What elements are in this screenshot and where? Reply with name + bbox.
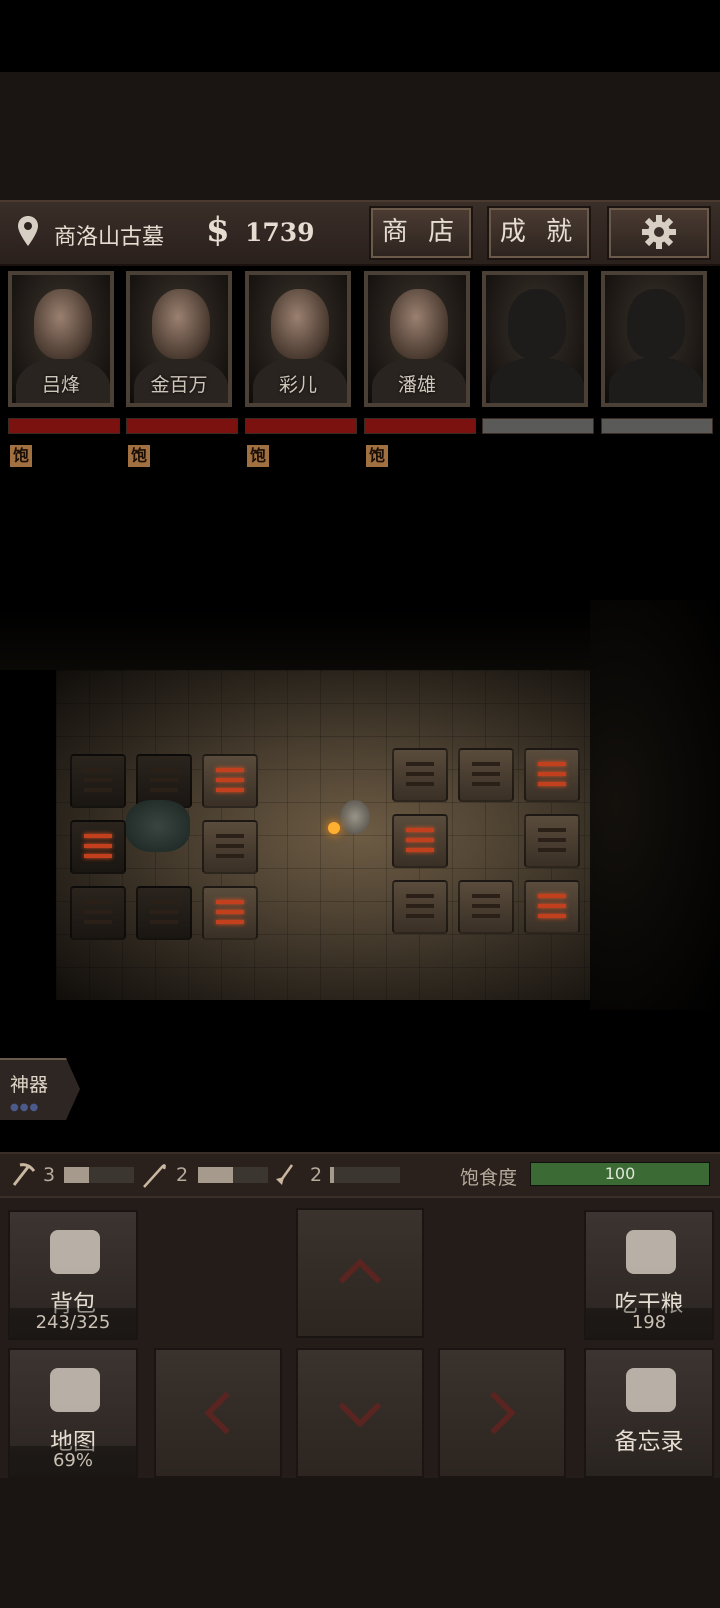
trigram-tile[interactable] [458,748,514,802]
hook-icon [143,1164,166,1188]
backpack-button[interactable]: 背包 243/325 [8,1210,138,1340]
party-member-2[interactable]: 金百万 [126,271,232,407]
portrait-face [34,289,92,359]
fed-status-badge: 饱 [247,445,269,467]
trigram-tile[interactable] [458,880,514,934]
trigram-tile[interactable] [70,886,126,940]
money-amount: 1739 [245,218,315,247]
achievements-button[interactable]: 成 就 [487,206,591,260]
satiety-bar: 100 [530,1162,710,1186]
artifact-label: 神器 [10,1074,49,1096]
dollar-icon: $ [206,210,230,250]
gear-icon [642,215,676,249]
move-up-button[interactable] [296,1208,424,1338]
tools-row: 3 2 2 饱食度 100 [0,1152,720,1198]
trigram-tile-lit[interactable] [70,820,126,874]
hp-bar [8,418,120,434]
silhouette-icon [508,289,566,359]
fed-status-badge: 饱 [128,445,150,467]
silhouette-icon [627,289,685,359]
notebook-icon [626,1368,676,1412]
fed-status-badge: 饱 [366,445,388,467]
map-pin-icon [18,216,38,246]
shovel-icon [276,1164,294,1185]
hp-bar-empty [601,418,713,434]
map-explored-percent: 69% [10,1446,136,1476]
hp-bar [364,418,476,434]
party-slot-empty-6[interactable] [601,271,707,407]
creature-sprite[interactable] [126,800,190,852]
hp-bar-empty [482,418,594,434]
wall [590,600,720,1010]
pickaxe-icon [12,1163,36,1186]
settings-button[interactable] [607,206,711,260]
member-name: 吕烽 [41,374,80,396]
arrow-down-icon [338,1402,382,1428]
arrow-up-icon [338,1258,382,1284]
pickaxe-count: 3 [43,1164,56,1186]
player-sprite [340,800,370,834]
dungeon-map[interactable] [0,470,720,1150]
fed-status-badge: 饱 [10,445,32,467]
trigram-tile-lit[interactable] [524,880,580,934]
arrow-right-icon [490,1391,516,1435]
party-member-3[interactable]: 彩儿 [245,271,351,407]
torch-icon [328,822,340,834]
arrow-left-icon [204,1391,230,1435]
trigram-tile-lit[interactable] [202,754,258,808]
shovel-durability-bar [330,1167,400,1183]
trigram-tile-lit[interactable] [524,748,580,802]
move-left-button[interactable] [154,1348,282,1478]
rations-count: 198 [586,1308,712,1338]
map-icon [50,1368,100,1412]
eat-rations-button[interactable]: 吃干粮 198 [584,1210,714,1340]
member-name: 潘雄 [397,374,436,396]
trigram-tile[interactable] [202,820,258,874]
location-name: 商洛山古墓 [54,225,165,250]
trigram-tile[interactable] [392,880,448,934]
memo-button[interactable]: 备忘录 [584,1348,714,1478]
artifact-dots: ●●● [10,1102,40,1113]
top-spacer [0,72,720,200]
portrait-face [390,289,448,359]
control-panel: 背包 243/325 吃干粮 198 地图 69% 备忘录 [0,1198,720,1478]
pickaxe-durability-bar [64,1167,134,1183]
trigram-tile-lit[interactable] [392,814,448,868]
member-name: 金百万 [150,374,208,396]
backpack-icon [50,1230,100,1274]
food-bag-icon [626,1230,676,1274]
trigram-tile[interactable] [392,748,448,802]
corridor [0,610,590,670]
shop-button[interactable]: 商 店 [369,206,473,260]
status-bar [0,0,720,72]
top-bar: 商洛山古墓 $ 1739 商 店 成 就 [0,200,720,266]
memo-label: 备忘录 [614,1429,684,1455]
party-member-4[interactable]: 潘雄 [364,271,470,407]
party-member-1[interactable]: 吕烽 [8,271,114,407]
satiety-label: 饱食度 [460,1167,518,1189]
portrait-face [152,289,210,359]
shovel-count: 2 [310,1164,323,1186]
move-down-button[interactable] [296,1348,424,1478]
backpack-capacity: 243/325 [10,1308,136,1338]
trigram-tile[interactable] [524,814,580,868]
map-button[interactable]: 地图 69% [8,1348,138,1478]
member-name: 彩儿 [278,374,317,396]
hp-bar [126,418,238,434]
portrait-face [271,289,329,359]
hp-bar [245,418,357,434]
trigram-tile[interactable] [70,754,126,808]
trigram-tile[interactable] [136,886,192,940]
hook-durability-bar [198,1167,268,1183]
party-slot-empty-5[interactable] [482,271,588,407]
trigram-tile-lit[interactable] [202,886,258,940]
satiety-value: 100 [604,1164,636,1183]
move-right-button[interactable] [438,1348,566,1478]
bottom-spacer [0,1478,720,1608]
hook-count: 2 [176,1164,189,1186]
